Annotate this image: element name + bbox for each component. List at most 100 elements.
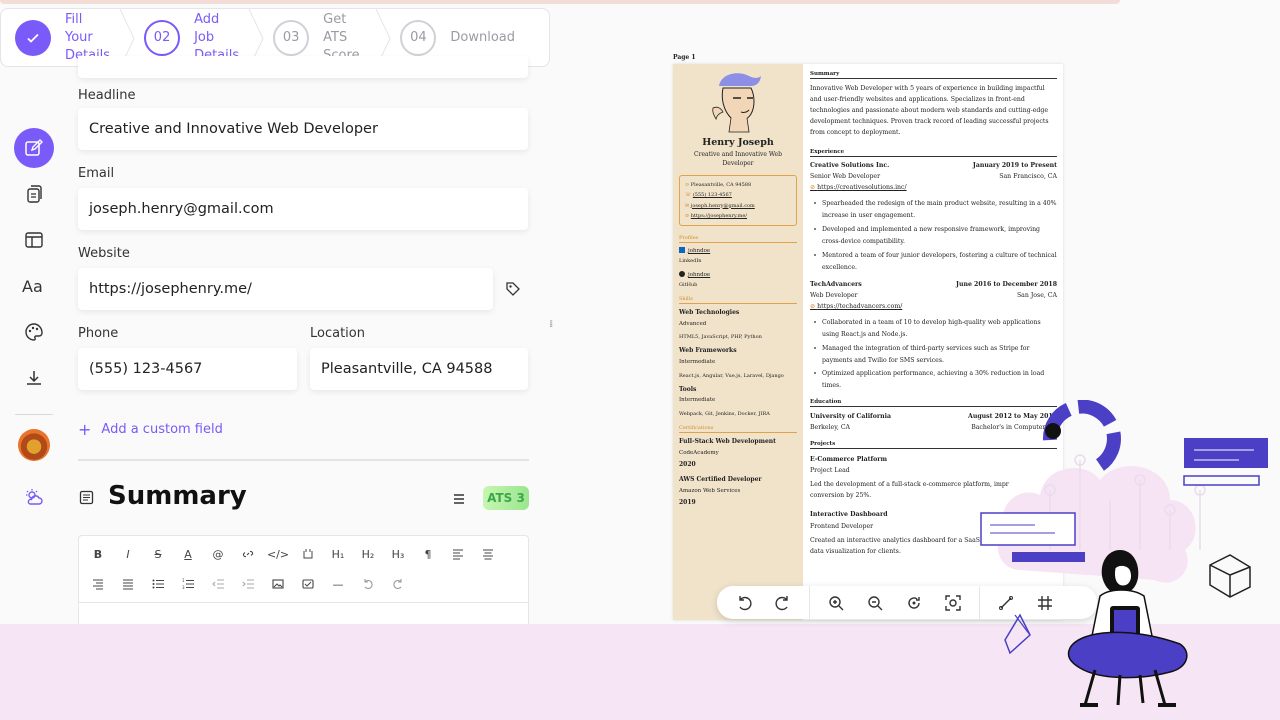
previous-field-bottom: [78, 56, 528, 78]
heading3-button[interactable]: H₃: [387, 543, 409, 565]
edit-icon[interactable]: [14, 128, 54, 168]
section-icon: [79, 490, 94, 509]
drag-handle-icon[interactable]: ⁞⁞: [549, 319, 554, 330]
documents-icon[interactable]: [14, 174, 54, 214]
palette-icon[interactable]: [14, 312, 54, 352]
decorative-illustration: [980, 400, 1268, 707]
section-divider: [78, 459, 529, 461]
svg-text:3: 3: [182, 585, 185, 590]
horizontal-rule-button[interactable]: —: [327, 573, 349, 595]
resume-headline: Creative and Innovative Web Developer: [694, 151, 782, 167]
undo-icon[interactable]: [357, 573, 379, 595]
phone-input[interactable]: (555) 123-4567: [78, 348, 297, 390]
ats-badge: ATS 3: [483, 486, 529, 510]
tag-icon[interactable]: [505, 281, 521, 301]
summary-line: and user-friendly websites and applicati…: [810, 96, 1025, 103]
paragraph-button[interactable]: ¶: [417, 543, 439, 565]
top-accent-line: [0, 0, 1120, 4]
bold-button[interactable]: B: [87, 543, 109, 565]
summary-line: Innovative Web Developer with 5 years of…: [810, 85, 1045, 92]
exp-bullet: Mentored a team of four junior developer…: [814, 250, 1057, 273]
sidebar-divider: [15, 414, 53, 415]
contact-website: ⊘ https://josephenry.me/: [685, 212, 748, 219]
profile-linkedin: johndoe: [679, 247, 710, 254]
zoom-in-icon[interactable]: [823, 590, 849, 616]
exp-link: ⊘ https://creativesolutions.inc/: [810, 184, 907, 191]
skill-keywords: React.js, Angular, Vue.js, Laravel, Djan…: [679, 373, 784, 379]
website-input[interactable]: https://josephenry.me/: [78, 268, 493, 310]
align-center-icon[interactable]: [477, 543, 499, 565]
undo-icon[interactable]: [731, 590, 757, 616]
indent-icon[interactable]: [237, 573, 259, 595]
link-icon[interactable]: [237, 543, 259, 565]
headline-label: Headline: [78, 88, 136, 103]
contact-email: ✉ joseph.henry@gmail.com: [685, 202, 755, 209]
download-icon[interactable]: [14, 358, 54, 398]
toolbar-separator: [809, 586, 810, 619]
heading1-button[interactable]: H₁: [327, 543, 349, 565]
code-block-icon[interactable]: [297, 543, 319, 565]
exp-link: ⊘ https://techadvancers.com/: [810, 303, 903, 310]
exp-row: TechAdvancers June 2016 to December 2018: [810, 281, 1057, 288]
align-left-icon[interactable]: [447, 543, 469, 565]
skill-level: Intermediate: [679, 359, 716, 365]
redo-icon[interactable]: [387, 573, 409, 595]
typography-icon[interactable]: Aa: [14, 266, 54, 306]
contact-phone: ☏ (555) 123-4567: [685, 192, 732, 199]
exp-bullet: Managed the integration of third-party s…: [814, 343, 1057, 366]
resume-contact-box: ⊙ Pleasantville, CA 94588 ☏ (555) 123-45…: [679, 175, 797, 226]
location-input[interactable]: Pleasantville, CA 94588: [310, 348, 528, 390]
redo-icon[interactable]: [770, 590, 796, 616]
summary-line: technologies and passionate about modern…: [810, 107, 1049, 114]
rich-text-toolbar: B I S A @ </> H₁ H₂ H₃ ¶ 13 —: [78, 535, 529, 625]
zoom-out-icon[interactable]: [862, 590, 888, 616]
cert-name: AWS Certified Developer: [679, 476, 762, 483]
summary-title: Summary: [108, 481, 247, 511]
step-label: Download: [450, 29, 515, 45]
website-label: Website: [78, 246, 130, 261]
center-icon[interactable]: [940, 590, 966, 616]
profile-github: johndoe: [679, 271, 710, 278]
svg-text:1: 1: [182, 578, 185, 583]
outdent-icon[interactable]: [207, 573, 229, 595]
phone-label: Phone: [78, 326, 119, 341]
summary-heading: Summary: [810, 71, 1057, 79]
avatar[interactable]: [18, 429, 50, 461]
text-color-button[interactable]: A: [177, 543, 199, 565]
cert-year: 2019: [679, 499, 696, 506]
headline-input[interactable]: Creative and Innovative Web Developer: [78, 108, 528, 150]
reset-zoom-icon[interactable]: [901, 590, 927, 616]
align-right-icon[interactable]: [87, 573, 109, 595]
cert-issuer: Amazon Web Services: [679, 488, 741, 494]
strikethrough-button[interactable]: S: [147, 543, 169, 565]
cert-year: 2020: [679, 461, 696, 468]
theme-toggle-icon[interactable]: [14, 477, 54, 517]
italic-button[interactable]: I: [117, 543, 139, 565]
email-input[interactable]: joseph.henry@gmail.com: [78, 188, 528, 230]
cert-name: Full-Stack Web Development: [679, 438, 776, 445]
exp-bullet: Developed and implemented a new responsi…: [814, 224, 1057, 247]
exp-bullet: Collaborated in a team of 10 to develop …: [814, 317, 1057, 340]
skill-level: Advanced: [679, 321, 707, 327]
heading2-button[interactable]: H₂: [357, 543, 379, 565]
skill-keywords: HTML5, JavaScript, PHP, Python: [679, 334, 762, 340]
exp-bullet: Optimized application performance, achie…: [814, 368, 1057, 391]
mention-button[interactable]: @: [207, 543, 229, 565]
svg-text:Aa: Aa: [22, 277, 43, 296]
step-number: 02: [144, 19, 181, 56]
layout-icon[interactable]: [14, 220, 54, 260]
bullet-list-icon[interactable]: [147, 573, 169, 595]
email-label: Email: [78, 166, 115, 181]
menu-icon[interactable]: [452, 491, 466, 510]
exp-row: Web Developer San Jose, CA: [810, 292, 1057, 299]
image-icon[interactable]: [267, 573, 289, 595]
toolbar-divider: [79, 602, 528, 603]
summary-line: development techniques. Proven track rec…: [810, 118, 1049, 125]
embed-icon[interactable]: [297, 573, 319, 595]
justify-icon[interactable]: [117, 573, 139, 595]
profiles-heading: Profiles: [679, 235, 797, 243]
add-custom-field-button[interactable]: + Add a custom field: [78, 420, 223, 439]
code-button[interactable]: </>: [267, 543, 289, 565]
skill-name: Web Technologies: [679, 309, 740, 316]
numbered-list-icon[interactable]: 13: [177, 573, 199, 595]
